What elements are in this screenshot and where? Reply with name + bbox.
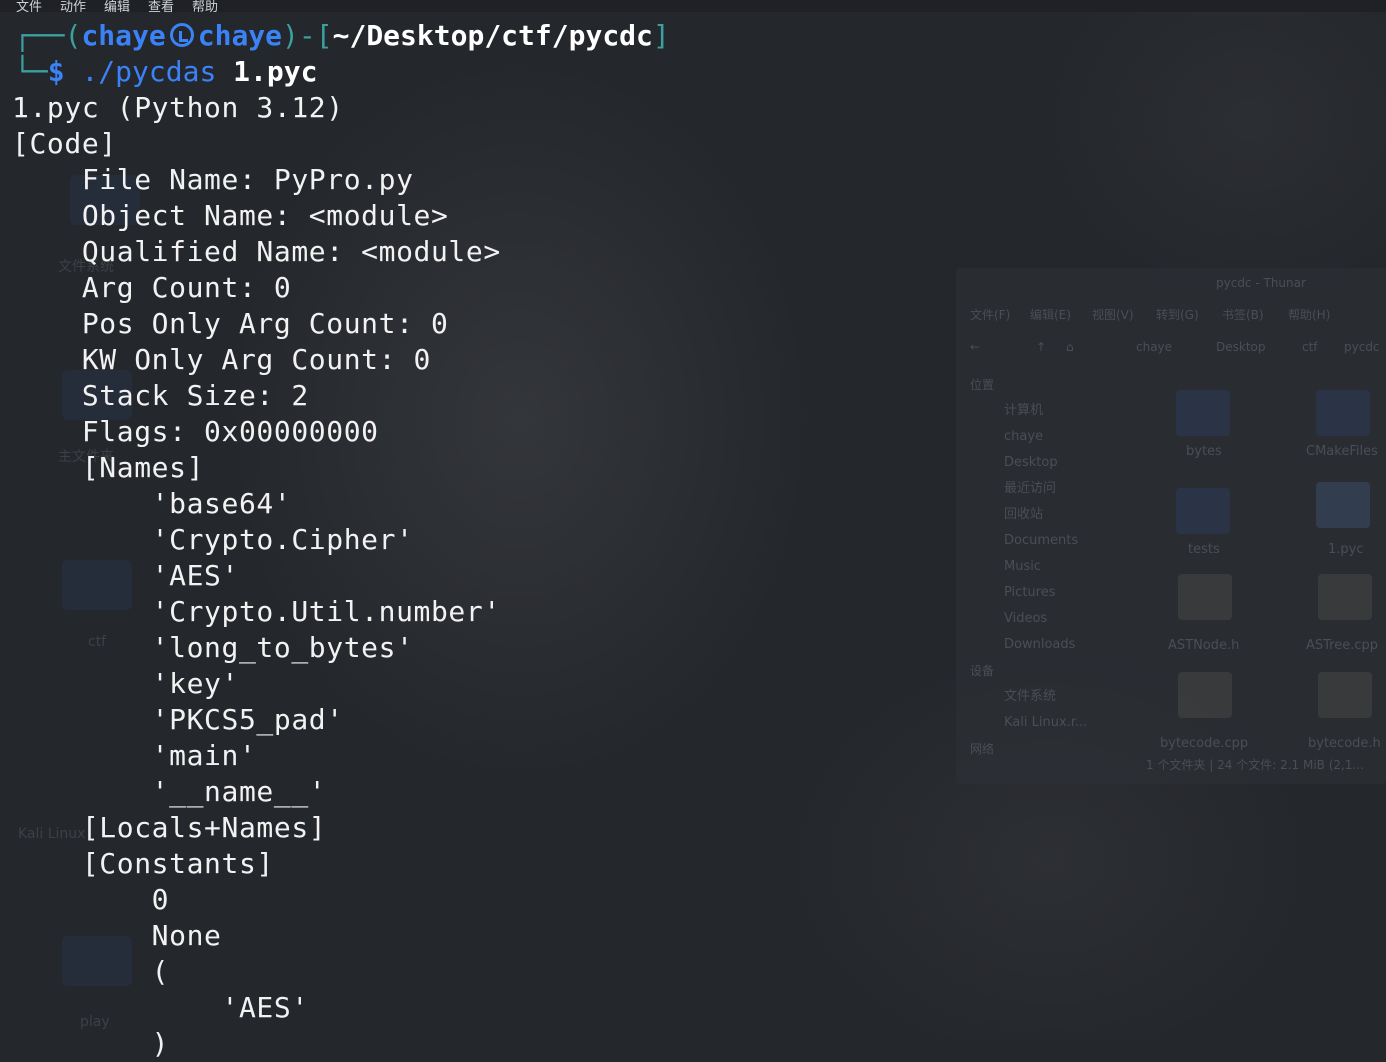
- terminal-menubar: 文件 动作 编辑 查看 帮助: [0, 0, 1386, 12]
- fm-menu-help[interactable]: 帮助(H): [1288, 306, 1330, 323]
- sidebar-item-desktop[interactable]: Desktop: [970, 450, 1087, 476]
- location-ctf[interactable]: ctf: [1302, 340, 1318, 354]
- output-line: 'long_to_bytes': [12, 631, 414, 664]
- output-line: [Locals+Names]: [12, 811, 327, 844]
- output-line: 'key': [12, 667, 239, 700]
- file-label: 1.pyc: [1328, 542, 1364, 557]
- prompt-user: chaye: [81, 19, 166, 52]
- fm-menu-file[interactable]: 文件(F): [970, 306, 1010, 323]
- output-line: File Name: PyPro.py: [12, 163, 414, 196]
- output-line: [Constants]: [12, 847, 274, 880]
- home-icon[interactable]: ⌂: [1066, 340, 1074, 354]
- up-arrow-icon[interactable]: ↑: [1036, 340, 1046, 354]
- folder-icon[interactable]: [1316, 390, 1370, 436]
- fm-menu-view[interactable]: 视图(V): [1092, 306, 1134, 323]
- location-desktop[interactable]: Desktop: [1216, 340, 1266, 354]
- header-file-icon[interactable]: [1318, 672, 1372, 718]
- sidebar-header-network: 网络: [970, 742, 995, 756]
- sidebar-item-kali[interactable]: Kali Linux.r...: [970, 710, 1087, 736]
- header-file-icon[interactable]: [1178, 574, 1232, 620]
- output-line: 'PKCS5_pad': [12, 703, 344, 736]
- menu-view[interactable]: 查看: [148, 0, 174, 12]
- prompt-path: ~/Desktop/ctf/pycdc: [332, 19, 653, 52]
- fm-menu-go[interactable]: 转到(G): [1156, 306, 1199, 323]
- file-manager-titlebar[interactable]: pycdc - Thunar: [956, 268, 1386, 300]
- output-line: 'main': [12, 739, 257, 772]
- output-line: Pos Only Arg Count: 0: [12, 307, 449, 340]
- sidebar-item-trash[interactable]: 回收站: [970, 502, 1087, 528]
- sidebar-item-documents[interactable]: Documents: [970, 528, 1087, 554]
- location-pycdc[interactable]: pycdc: [1344, 340, 1380, 354]
- prompt-host: chaye: [197, 19, 283, 52]
- output-line: Qualified Name: <module>: [12, 235, 501, 268]
- sidebar-item-downloads[interactable]: Downloads: [970, 632, 1087, 658]
- fm-sidebar: 位置 计算机 chaye Desktop 最近访问 回收站 Documents …: [970, 372, 1087, 762]
- python-file-icon[interactable]: [1316, 482, 1370, 528]
- prompt-dollar: $: [47, 55, 65, 88]
- sidebar-item-computer[interactable]: 计算机: [970, 398, 1087, 424]
- output-line: 'AES': [12, 991, 309, 1024]
- output-line: 'base64': [12, 487, 292, 520]
- folder-icon[interactable]: [1176, 390, 1230, 436]
- file-label: bytecode.h: [1308, 736, 1381, 751]
- file-label: bytecode.cpp: [1160, 736, 1249, 751]
- output-line: [Code]: [12, 127, 117, 160]
- location-chaye[interactable]: chaye: [1136, 340, 1172, 354]
- output-line: Object Name: <module>: [12, 199, 449, 232]
- output-line: Stack Size: 2: [12, 379, 309, 412]
- sidebar-header-places: 位置: [970, 378, 995, 392]
- menu-edit[interactable]: 编辑: [104, 0, 130, 12]
- sidebar-item-videos[interactable]: Videos: [970, 606, 1087, 632]
- sidebar-item-filesystem[interactable]: 文件系统: [970, 684, 1087, 710]
- output-line: ): [12, 1027, 170, 1060]
- file-label: ASTree.cpp: [1306, 638, 1379, 653]
- prompt-command-line: └─$ ./pycdas 1.pyc: [14, 54, 317, 90]
- output-line: Arg Count: 0: [12, 271, 292, 304]
- back-arrow-icon[interactable]: ←: [970, 340, 980, 354]
- sidebar-item-recent[interactable]: 最近访问: [970, 476, 1087, 502]
- cpp-file-icon[interactable]: [1178, 672, 1232, 718]
- file-label: bytes: [1186, 444, 1222, 459]
- prompt-frame-close: ]: [652, 19, 670, 52]
- sidebar-header-devices: 设备: [970, 664, 995, 678]
- prompt-frame-open: ┌──(: [14, 19, 82, 52]
- command-name: ./pycdas: [81, 55, 217, 88]
- sidebar-item-music[interactable]: Music: [970, 554, 1087, 580]
- output-line: 'Crypto.Util.number': [12, 595, 501, 628]
- file-label: ASTNode.h: [1168, 638, 1240, 653]
- output-line: 0: [12, 883, 170, 916]
- output-line: 1.pyc (Python 3.12): [12, 91, 344, 124]
- prompt-header: ┌──(chaye chaye)-[~/Desktop/ctf/pycdc]: [14, 18, 670, 54]
- menu-file[interactable]: 文件: [16, 0, 42, 12]
- output-line: [Names]: [12, 451, 205, 484]
- file-label: tests: [1188, 542, 1220, 557]
- output-line: None: [12, 919, 222, 952]
- file-manager-title: pycdc - Thunar: [1216, 276, 1306, 290]
- output-line: 'Crypto.Cipher': [12, 523, 414, 556]
- prompt-frame-mid: )-[: [282, 19, 333, 52]
- output-line: Flags: 0x00000000: [12, 415, 379, 448]
- menu-help[interactable]: 帮助: [192, 0, 218, 12]
- file-manager-window[interactable]: pycdc - Thunar 文件(F) 编辑(E) 视图(V) 转到(G) 书…: [956, 268, 1386, 784]
- file-label: CMakeFiles: [1306, 444, 1378, 459]
- command-argument: 1.pyc: [233, 55, 318, 88]
- menu-action[interactable]: 动作: [60, 0, 86, 12]
- sidebar-item-pictures[interactable]: Pictures: [970, 580, 1087, 606]
- output-line: '__name__': [12, 775, 327, 808]
- output-line: (: [12, 955, 170, 988]
- cpp-file-icon[interactable]: [1318, 574, 1372, 620]
- fm-status-bar: 1 个文件夹 | 24 个文件: 2.1 MiB (2,1...: [1146, 758, 1364, 772]
- folder-icon[interactable]: [1176, 488, 1230, 534]
- output-line: KW Only Arg Count: 0: [12, 343, 431, 376]
- fm-menu-bookmarks[interactable]: 书签(B): [1222, 306, 1264, 323]
- fm-menu-edit[interactable]: 编辑(E): [1030, 306, 1071, 323]
- kali-skull-icon: [169, 23, 194, 47]
- sidebar-item-chaye[interactable]: chaye: [970, 424, 1087, 450]
- prompt-corner: └─: [14, 55, 48, 88]
- output-line: 'AES': [12, 559, 239, 592]
